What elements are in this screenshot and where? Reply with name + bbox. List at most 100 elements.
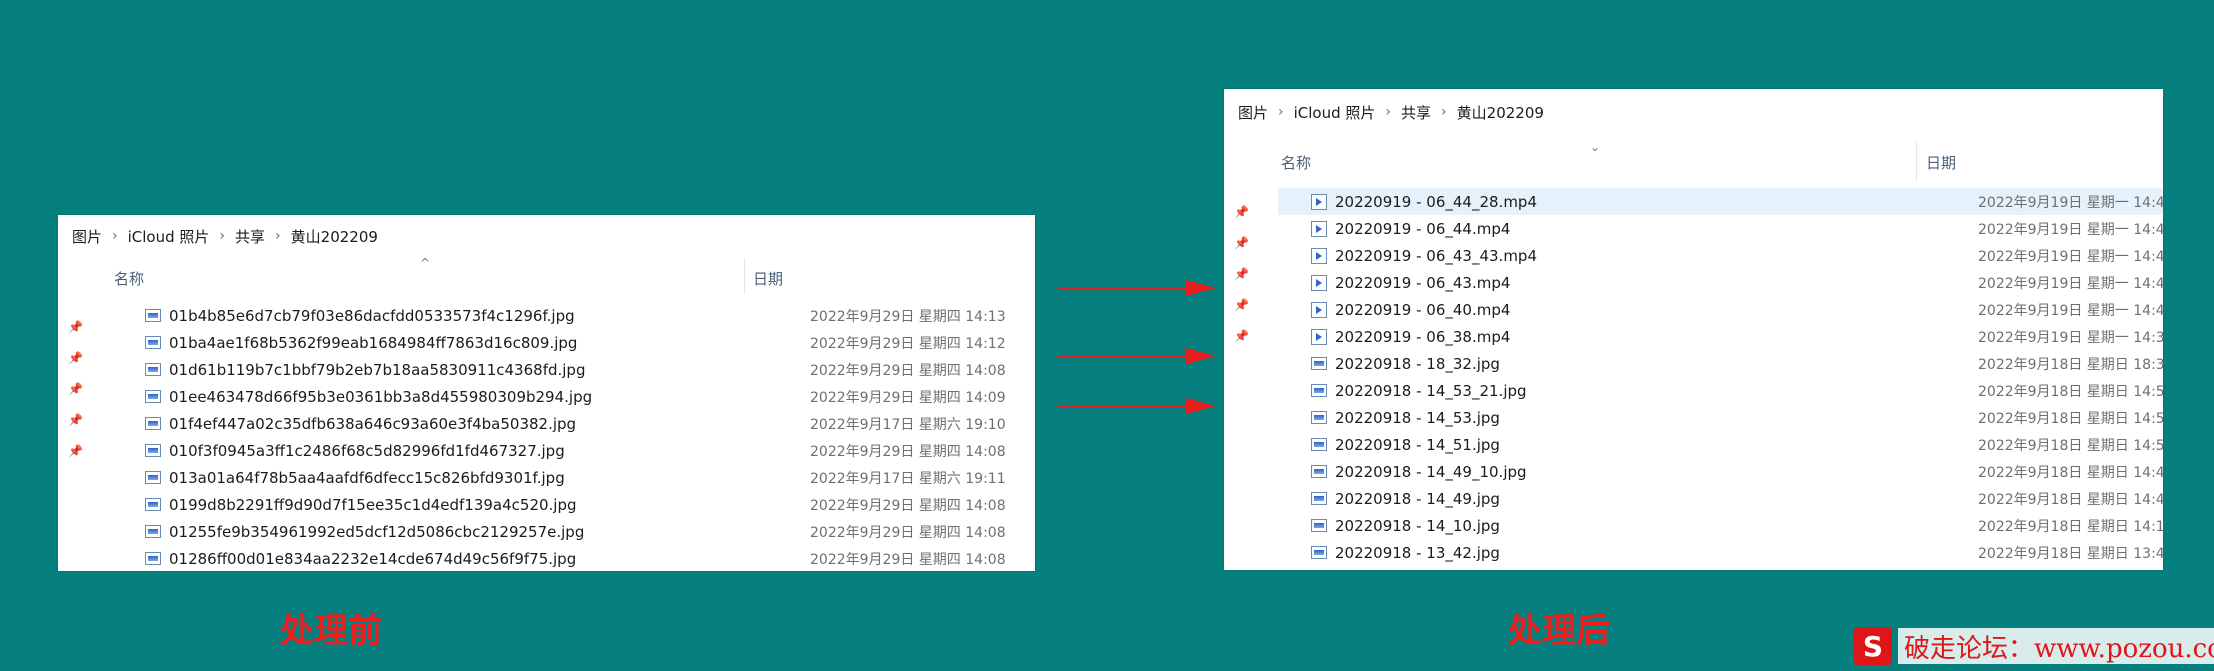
file-name: 20220919 - 06_43_43.mp4 [1335,246,1538,265]
file-name: 20220918 - 14_51.jpg [1335,435,1500,454]
sogou-logo-icon: S [1854,627,1892,665]
column-divider[interactable] [744,258,745,294]
file-date: 2022年9月19日 星期一 14:44 [1978,221,2163,238]
breadcrumb-item[interactable]: iCloud 照片 [128,226,210,247]
breadcrumb-item[interactable]: iCloud 照片 [1294,102,1376,123]
file-row[interactable]: 20220918 - 14_49_10.jpg 2022年9月18日 星期日 1… [1278,458,2163,485]
file-row[interactable]: 01f4ef447a02c35dfb638a646c93a60e3f4ba503… [112,410,1035,437]
image-file-icon [1311,546,1327,559]
column-header-name[interactable]: 名称 [1281,152,1311,173]
file-row[interactable]: 01255fe9b354961992ed5dcf12d5086cbc212925… [112,518,1035,545]
caption-after: 处理后 [1508,611,1610,651]
video-file-icon [1311,328,1327,345]
chevron-right-icon: › [1441,104,1447,120]
pin-icon[interactable]: 📌 [1234,235,1249,251]
file-row[interactable]: 01b4b85e6d7cb79f03e86dacfdd0533573f4c129… [112,302,1035,329]
breadcrumb-item[interactable]: 共享 [235,226,265,247]
file-date: 2022年9月18日 星期日 14:49 [1978,464,2163,481]
file-date: 2022年9月19日 星期一 14:43 [1978,275,2163,292]
file-row[interactable]: 20220918 - 13_42.jpg 2022年9月18日 星期日 13:4… [1278,539,2163,566]
file-row[interactable]: 01d61b119b7c1bbf79b2eb7b18aa5830911c4368… [112,356,1035,383]
chevron-right-icon: › [1385,104,1392,120]
watermark-text: 破走论坛：www.pozou.com [1898,628,2214,664]
file-row[interactable]: 20220918 - 14_53_21.jpg 2022年9月18日 星期日 1… [1278,377,2163,404]
file-row[interactable]: 20220918 - 14_10.jpg 2022年9月18日 星期日 14:1… [1278,512,2163,539]
pin-icon[interactable]: 📌 [68,319,83,335]
pin-icon[interactable]: 📌 [1234,328,1249,344]
caption-before: 处理前 [280,611,382,651]
explorer-window-before: 图片 › iCloud 照片 › 共享 › 黄山202209 ^ 名称 日期 📌… [58,215,1035,571]
breadcrumb-item[interactable]: 黄山202209 [1457,102,1544,123]
pin-icon[interactable]: 📌 [68,350,83,366]
pin-icon[interactable]: 📌 [1234,297,1249,313]
video-file-icon [1311,301,1327,318]
file-row[interactable]: 20220919 - 06_40.mp4 2022年9月19日 星期一 14:4… [1278,296,2163,323]
breadcrumb-item[interactable]: 共享 [1401,102,1431,123]
file-name: 20220919 - 06_43.mp4 [1335,273,1511,292]
column-header-name[interactable]: 名称 [114,268,144,289]
column-header-date[interactable]: 日期 [1926,152,1956,173]
file-row[interactable]: 20220919 - 06_44.mp4 2022年9月19日 星期一 14:4… [1278,215,2163,242]
file-date: 2022年9月18日 星期日 13:42 [1978,545,2163,562]
file-row[interactable]: 20220918 - 14_51.jpg 2022年9月18日 星期日 14:5… [1278,431,2163,458]
image-file-icon [1311,411,1327,424]
file-row[interactable]: 01286ff00d01e834aa2232e14cde674d49c56f9f… [112,545,1035,571]
chevron-right-icon: › [275,228,281,244]
file-date: 2022年9月29日 星期四 14:08 [810,497,1006,514]
file-date: 2022年9月19日 星期一 14:40 [1978,302,2163,319]
breadcrumb-item[interactable]: 图片 [1238,102,1268,123]
image-file-icon [145,471,161,484]
file-row[interactable]: 013a01a64f78b5aa4aafdf6dfecc15c826bfd930… [112,464,1035,491]
file-row[interactable]: 010f3f0945a3ff1c2486f68c5d82996fd1fd4673… [112,437,1035,464]
image-file-icon [145,444,161,457]
file-date: 2022年9月18日 星期日 14:51 [1978,437,2163,454]
file-row[interactable]: 20220919 - 06_43_43.mp4 2022年9月19日 星期一 1… [1278,242,2163,269]
chevron-right-icon: › [1278,104,1284,120]
breadcrumb: 图片 › iCloud 照片 › 共享 › 黄山202209 [1238,99,1544,125]
file-row[interactable]: 01ba4ae1f68b5362f99eab1684984ff7863d16c8… [112,329,1035,356]
file-row[interactable]: 20220918 - 18_32.jpg 2022年9月18日 星期日 18:3… [1278,350,2163,377]
pin-icon[interactable]: 📌 [1234,266,1249,282]
column-divider[interactable] [1916,141,1917,181]
file-name: 01ee463478d66f95b3e0361bb3a8d455980309b2… [169,387,593,406]
pin-icon[interactable]: 📌 [1234,204,1249,220]
watermark: S 破走论坛：www.pozou.com [1854,626,2214,666]
pin-icon[interactable]: 📌 [68,381,83,397]
file-row[interactable]: 01ee463478d66f95b3e0361bb3a8d455980309b2… [112,383,1035,410]
file-row[interactable]: 20220919 - 06_43.mp4 2022年9月19日 星期一 14:4… [1278,269,2163,296]
image-file-icon [1311,465,1327,478]
red-arrow-icon [1058,398,1216,414]
image-file-icon [1311,357,1327,370]
image-file-icon [1311,384,1327,397]
column-header-date[interactable]: 日期 [753,268,783,289]
file-date: 2022年9月18日 星期日 14:53 [1978,410,2163,427]
file-name: 01f4ef447a02c35dfb638a646c93a60e3f4ba503… [169,414,577,433]
image-file-icon [145,498,161,511]
file-row[interactable]: 0199d8b2291ff9d90d7f15ee35c1d4edf139a4c5… [112,491,1035,518]
file-name: 01ba4ae1f68b5362f99eab1684984ff7863d16c8… [169,333,578,352]
pin-icon[interactable]: 📌 [68,412,83,428]
file-date: 2022年9月29日 星期四 14:12 [810,335,1006,352]
file-row[interactable]: 20220919 - 06_38.mp4 2022年9月19日 星期一 14:3… [1278,323,2163,350]
file-date: 2022年9月18日 星期日 14:10 [1978,518,2163,535]
sort-chevron-down-icon: ⌄ [1590,140,1601,154]
file-date: 2022年9月19日 星期一 14:43 [1978,248,2163,265]
file-row-selected[interactable]: 20220919 - 06_44_28.mp4 2022年9月19日 星期一 1… [1278,188,2163,215]
file-name: 01255fe9b354961992ed5dcf12d5086cbc212925… [169,522,585,541]
red-arrow-icon [1058,280,1216,296]
file-name: 20220918 - 14_49.jpg [1335,489,1500,508]
breadcrumb-item[interactable]: 黄山202209 [291,226,378,247]
image-file-icon [145,390,161,403]
file-date: 2022年9月18日 星期日 14:49 [1978,491,2163,508]
breadcrumb-item[interactable]: 图片 [72,226,102,247]
video-file-icon [1311,220,1327,237]
pin-icon[interactable]: 📌 [68,443,83,459]
file-date: 2022年9月29日 星期四 14:08 [810,443,1006,460]
file-date: 2022年9月18日 星期日 14:53 [1978,383,2163,400]
file-name: 20220918 - 14_53.jpg [1335,408,1500,427]
file-name: 0199d8b2291ff9d90d7f15ee35c1d4edf139a4c5… [169,495,577,514]
file-row[interactable]: 20220918 - 14_49.jpg 2022年9月18日 星期日 14:4… [1278,485,2163,512]
image-file-icon [145,309,161,322]
file-row[interactable]: 20220918 - 14_53.jpg 2022年9月18日 星期日 14:5… [1278,404,2163,431]
file-date: 2022年9月19日 星期一 14:38 [1978,329,2163,346]
